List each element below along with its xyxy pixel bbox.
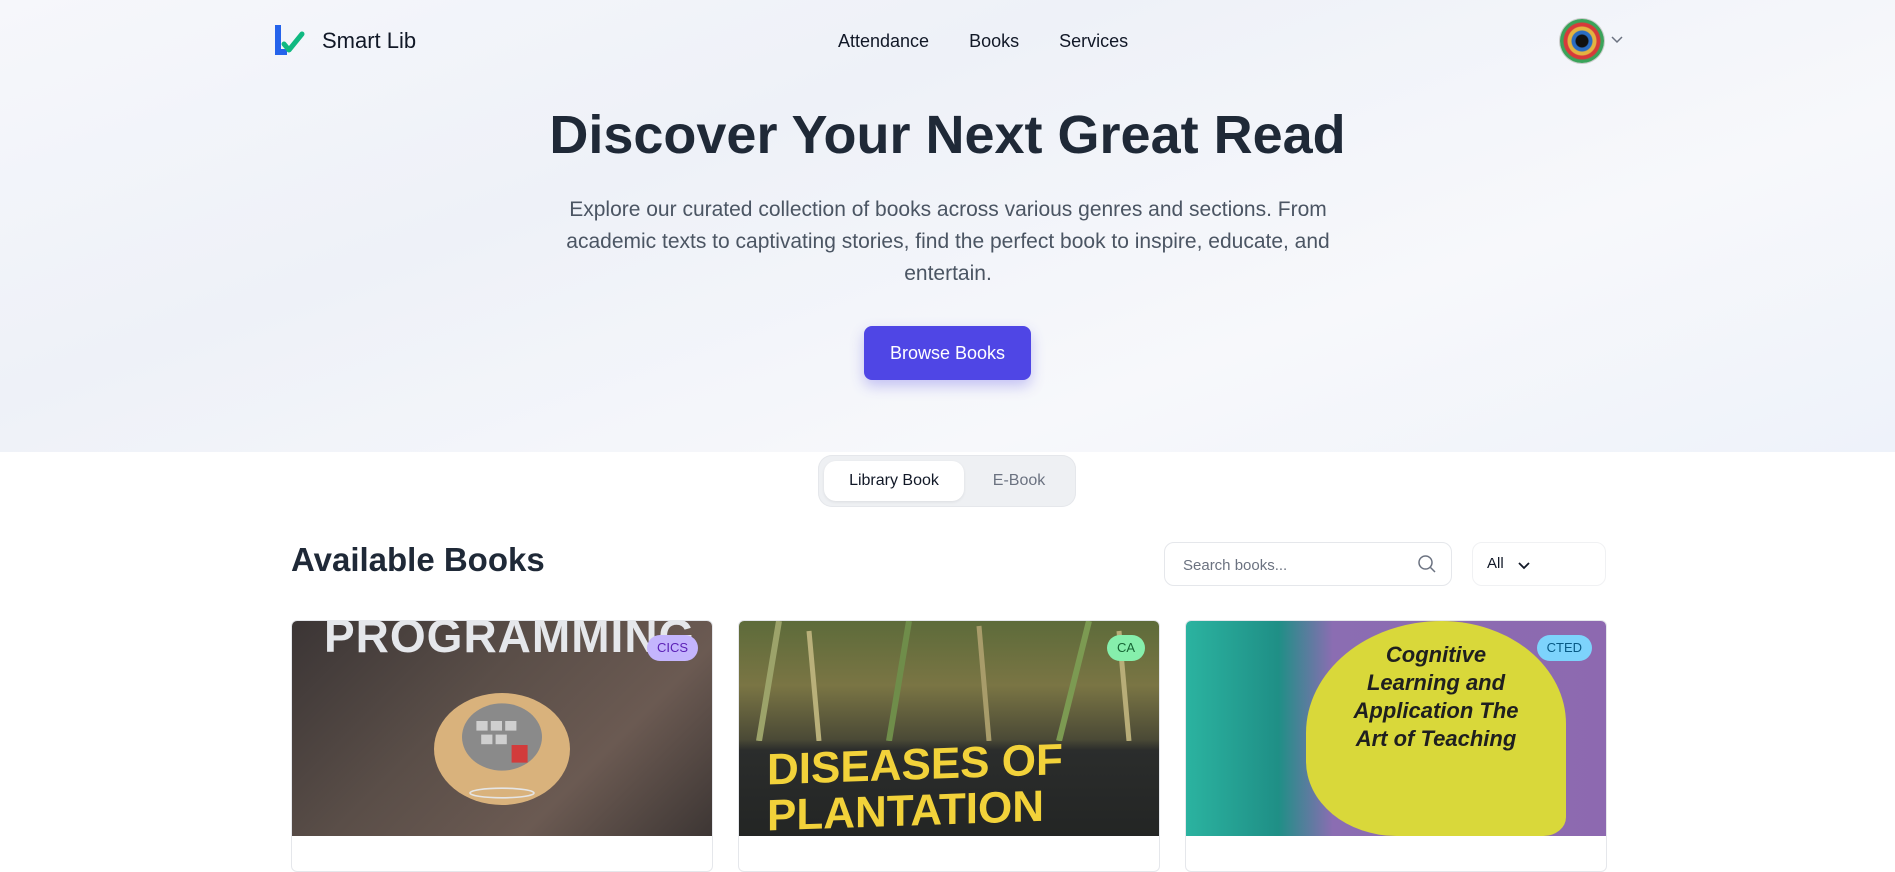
tab-library-book[interactable]: Library Book (824, 461, 964, 501)
main-nav: Attendance Books Services (838, 31, 1128, 52)
available-books-title: Available Books (291, 541, 545, 578)
hero-title: Discover Your Next Great Read (549, 105, 1346, 165)
search-box (1164, 542, 1452, 587)
book-type-switch: Library Book E-Book (818, 455, 1076, 507)
browse-books-button[interactable]: Browse Books (864, 326, 1031, 380)
section-filter-select[interactable]: All (1472, 542, 1606, 586)
hero-subtitle: Explore our curated collection of books … (566, 198, 1330, 285)
book-card[interactable]: DISEASES OF PLANTATION CROPS CA (738, 620, 1160, 872)
cover-illustration (434, 693, 570, 805)
book-cover-image: DISEASES OF PLANTATION CROPS (739, 621, 1159, 836)
book-card[interactable]: Cognitive Learning and Application The A… (1185, 620, 1607, 872)
brand-name[interactable]: Smart Lib (322, 28, 416, 54)
cover-plants (756, 621, 1132, 741)
navbar: Smart Lib Attendance Books Services (0, 0, 1895, 84)
search-input[interactable] (1181, 543, 1405, 587)
filter-selected-value: All (1487, 555, 1504, 572)
tab-e-book[interactable]: E-Book (968, 461, 1070, 501)
book-cover-title: Cognitive Learning and Application The A… (1353, 642, 1519, 751)
section-badge: CTED (1536, 635, 1592, 661)
chevron-down-icon[interactable] (1610, 32, 1624, 46)
book-cover-title: PROGRAMMING (324, 621, 696, 662)
nav-link-services[interactable]: Services (1059, 31, 1128, 52)
smart-lib-logo-icon[interactable] (272, 22, 306, 60)
book-card[interactable]: PROGRAMMING CICS (291, 620, 713, 872)
nav-link-books[interactable]: Books (969, 31, 1019, 52)
nav-link-attendance[interactable]: Attendance (838, 31, 929, 52)
chevron-down-icon (1518, 562, 1530, 570)
search-icon[interactable] (1417, 554, 1437, 574)
section-badge: CA (1106, 635, 1145, 661)
section-badge: CICS (646, 635, 698, 661)
user-avatar[interactable] (1560, 19, 1604, 63)
book-cover-title: DISEASES OF PLANTATION CROPS (767, 735, 1063, 836)
